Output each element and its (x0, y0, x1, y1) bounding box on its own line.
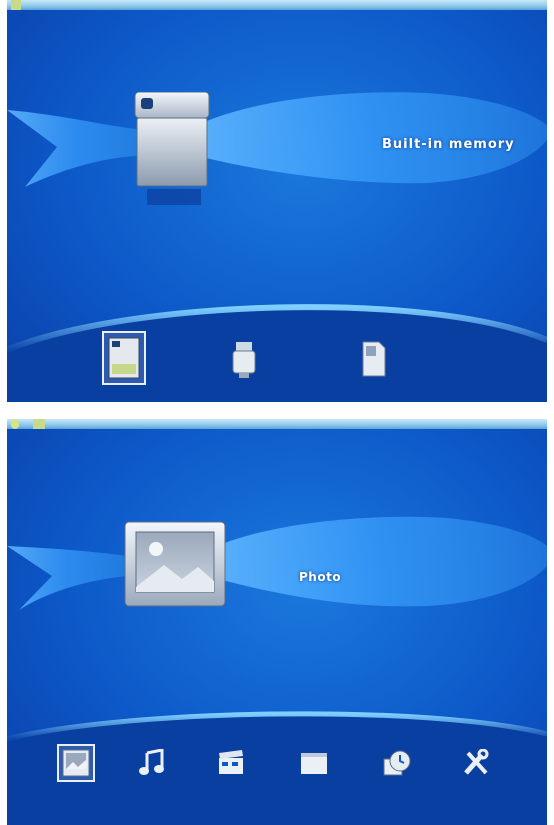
storage-select-screen: Built-in memory (7, 0, 547, 402)
settings-tools-icon[interactable] (459, 746, 493, 780)
main-menu-screen: Photo (7, 419, 547, 825)
built-in-memory-icon[interactable] (102, 331, 146, 385)
status-bar (7, 419, 547, 429)
built-in-memory-hero-icon (133, 91, 211, 212)
memory-status-icon (11, 0, 21, 10)
movie-icon[interactable] (214, 746, 248, 780)
ribbon-swoosh (7, 514, 547, 624)
usb-icon[interactable] (229, 340, 259, 380)
calendar-clock-icon[interactable] (380, 746, 414, 780)
bulb-status-icon (11, 419, 19, 429)
status-bar (7, 0, 547, 10)
photo-hero-icon (124, 521, 226, 607)
photo-icon[interactable] (57, 744, 95, 782)
memory-status-icon (33, 419, 45, 429)
music-icon[interactable] (134, 746, 168, 780)
menu-title: Photo (299, 570, 342, 584)
folder-icon[interactable] (297, 746, 331, 780)
storage-title: Built-in memory (382, 137, 515, 152)
storage-dock (7, 330, 547, 390)
main-menu-dock (7, 744, 547, 794)
sd-card-icon[interactable] (359, 338, 389, 380)
